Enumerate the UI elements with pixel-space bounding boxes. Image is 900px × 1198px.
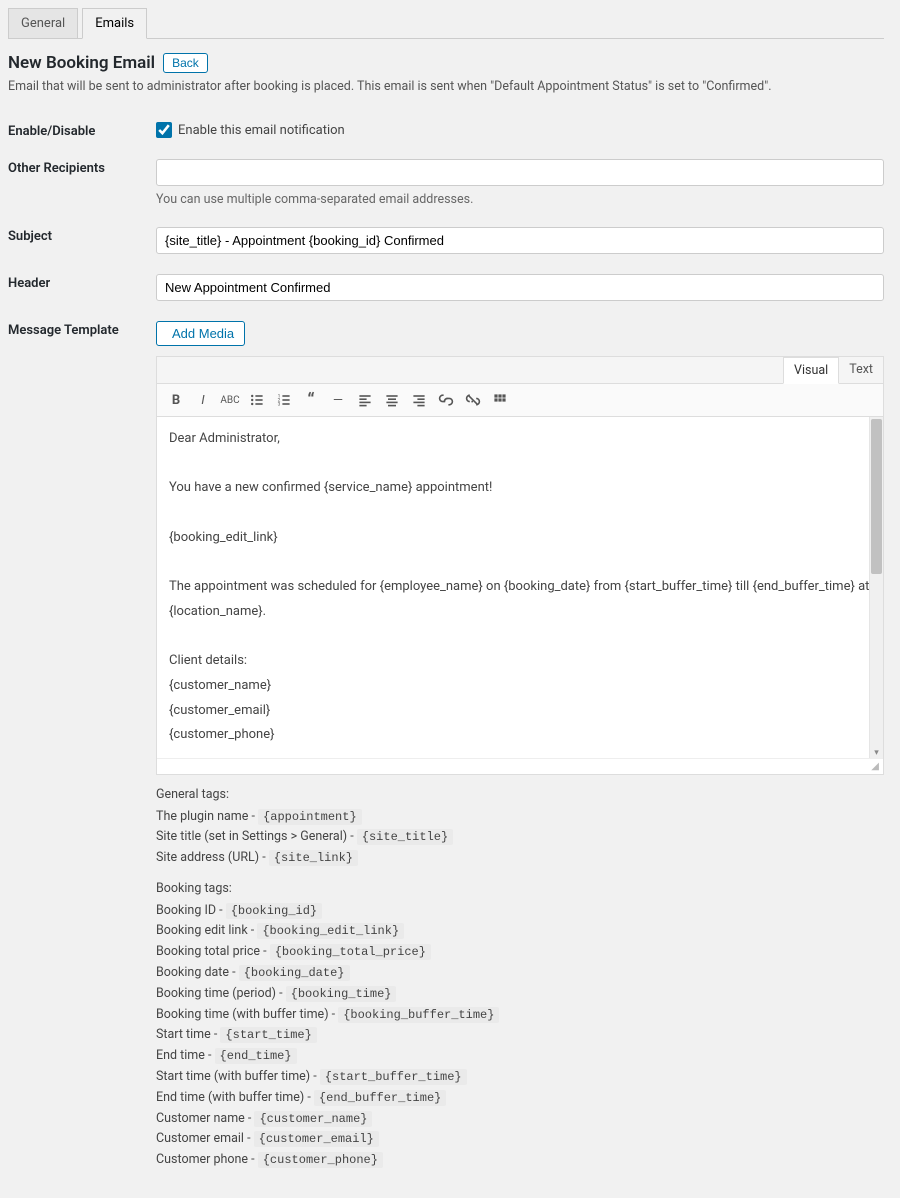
tag-code: {customer_phone}	[258, 1152, 383, 1168]
editor-content[interactable]: Dear Administrator, You have a new confi…	[157, 417, 883, 758]
tag-row: The plugin name - {appointment}	[156, 807, 884, 828]
unlink-icon[interactable]	[460, 388, 486, 412]
hr-icon[interactable]: —	[325, 388, 351, 412]
label-enable: Enable/Disable	[8, 112, 156, 149]
tag-code: {end_time}	[215, 1048, 297, 1064]
tag-row: Site title (set in Settings > General) -…	[156, 827, 884, 848]
tag-row: Customer email - {customer_email}	[156, 1129, 884, 1150]
tag-code: {booking_time}	[286, 986, 397, 1002]
tag-label: Customer phone -	[156, 1152, 258, 1167]
bullet-list-icon[interactable]	[244, 388, 270, 412]
tag-code: {appointment}	[258, 809, 362, 825]
label-subject: Subject	[8, 217, 156, 264]
tab-emails[interactable]: Emails	[82, 8, 147, 39]
resize-handle-icon[interactable]: ◢	[157, 758, 883, 774]
tag-label: Booking date -	[156, 965, 239, 980]
tag-code: {booking_buffer_time}	[338, 1007, 499, 1023]
tag-row: Booking total price - {booking_total_pri…	[156, 942, 884, 963]
tag-code: {booking_id}	[226, 903, 322, 919]
tag-row: Booking time (with buffer time) - {booki…	[156, 1005, 884, 1026]
add-media-button[interactable]: Add Media	[156, 321, 245, 346]
tag-row: Booking time (period) - {booking_time}	[156, 984, 884, 1005]
label-template: Message Template	[8, 311, 156, 1181]
align-center-icon[interactable]	[379, 388, 405, 412]
tag-row: Start time (with buffer time) - {start_b…	[156, 1067, 884, 1088]
header-input[interactable]	[156, 274, 884, 301]
tag-row: End time - {end_time}	[156, 1046, 884, 1067]
tag-code: {start_time}	[220, 1027, 316, 1043]
tag-code: {customer_email}	[254, 1131, 379, 1147]
page-description: Email that will be sent to administrator…	[8, 79, 884, 94]
tag-code: {customer_name}	[254, 1111, 372, 1127]
tag-code: {site_title}	[357, 829, 453, 845]
tag-code: {booking_edit_link}	[257, 923, 404, 939]
tag-label: End time (with buffer time) -	[156, 1090, 314, 1105]
strikethrough-icon[interactable]: ABC	[217, 388, 243, 412]
recipients-input[interactable]	[156, 159, 884, 186]
recipients-hint: You can use multiple comma-separated ema…	[156, 192, 884, 207]
tag-label: Booking ID -	[156, 903, 226, 918]
editor-scrollbar[interactable]: ▴ ▾	[869, 417, 883, 758]
link-icon[interactable]	[433, 388, 459, 412]
tag-label: Site address (URL) -	[156, 850, 269, 865]
tag-code: {end_buffer_time}	[314, 1090, 446, 1106]
align-left-icon[interactable]	[352, 388, 378, 412]
rich-text-editor: Visual Text B I ABC 123 “ —	[156, 356, 884, 775]
tab-general[interactable]: General	[8, 8, 78, 38]
enable-checkbox-label: Enable this email notification	[178, 123, 345, 138]
editor-tab-text[interactable]: Text	[839, 357, 883, 383]
tag-label: Customer email -	[156, 1131, 254, 1146]
tag-row: Booking edit link - {booking_edit_link}	[156, 921, 884, 942]
numbered-list-icon[interactable]: 123	[271, 388, 297, 412]
tags-reference: General tags: The plugin name - {appoint…	[156, 785, 884, 1171]
tag-label: Site title (set in Settings > General) -	[156, 829, 357, 844]
enable-checkbox[interactable]	[156, 122, 172, 138]
tag-row: Start time - {start_time}	[156, 1025, 884, 1046]
toolbar-toggle-icon[interactable]	[487, 388, 513, 412]
blockquote-icon[interactable]: “	[298, 388, 324, 412]
back-button[interactable]: Back	[163, 53, 208, 73]
booking-tags-heading: Booking tags:	[156, 879, 884, 900]
tag-row: End time (with buffer time) - {end_buffe…	[156, 1088, 884, 1109]
tag-code: {booking_total_price}	[270, 944, 431, 960]
tag-label: Start time -	[156, 1027, 220, 1042]
tag-code: {booking_date}	[239, 965, 350, 981]
tag-row: Customer phone - {customer_phone}	[156, 1150, 884, 1171]
subject-input[interactable]	[156, 227, 884, 254]
tag-code: {start_buffer_time}	[320, 1069, 467, 1085]
tag-code: {site_link}	[269, 850, 358, 866]
general-tags-heading: General tags:	[156, 785, 884, 806]
page-title: New Booking Email	[8, 53, 155, 73]
editor-toolbar: B I ABC 123 “ —	[157, 384, 883, 417]
tag-row: Site address (URL) - {site_link}	[156, 848, 884, 869]
editor-tab-visual[interactable]: Visual	[783, 357, 839, 384]
tag-label: Booking total price -	[156, 944, 270, 959]
align-right-icon[interactable]	[406, 388, 432, 412]
svg-text:3: 3	[278, 402, 281, 408]
tag-label: Booking edit link -	[156, 923, 257, 938]
enable-checkbox-row[interactable]: Enable this email notification	[156, 122, 884, 138]
tag-row: Customer name - {customer_name}	[156, 1109, 884, 1130]
tag-row: Booking date - {booking_date}	[156, 963, 884, 984]
settings-tabs: General Emails	[8, 8, 884, 39]
scroll-thumb[interactable]	[871, 419, 882, 574]
scroll-down-icon[interactable]: ▾	[870, 748, 883, 758]
tag-label: End time -	[156, 1048, 215, 1063]
italic-icon[interactable]: I	[190, 388, 216, 412]
tag-row: Booking ID - {booking_id}	[156, 901, 884, 922]
tag-label: Booking time (with buffer time) -	[156, 1007, 338, 1022]
label-recipients: Other Recipients	[8, 149, 156, 217]
tag-label: Start time (with buffer time) -	[156, 1069, 320, 1084]
label-header: Header	[8, 264, 156, 311]
bold-icon[interactable]: B	[163, 388, 189, 412]
add-media-label: Add Media	[172, 326, 234, 341]
tag-label: Customer name -	[156, 1111, 254, 1126]
tag-label: The plugin name -	[156, 809, 258, 824]
tag-label: Booking time (period) -	[156, 986, 286, 1001]
